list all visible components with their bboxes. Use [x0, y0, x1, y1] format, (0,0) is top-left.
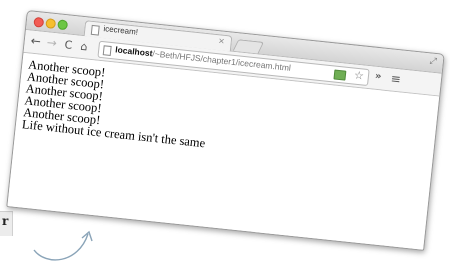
back-arrow-icon[interactable]: ← [30, 34, 41, 49]
page-icon [90, 24, 100, 36]
home-icon[interactable]: ⌂ [80, 40, 88, 54]
tab-title: icecream! [103, 24, 139, 37]
maximize-window-icon[interactable] [57, 19, 69, 31]
corner-decoration: r [0, 211, 13, 236]
fullscreen-icon[interactable]: ⤢ [429, 56, 437, 67]
menu-icon[interactable]: ≡ [390, 71, 401, 86]
close-window-icon[interactable] [33, 16, 45, 28]
bookmark-star-icon[interactable]: ☆ [353, 69, 364, 83]
forward-arrow-icon[interactable]: → [46, 35, 57, 50]
overflow-chevron-icon[interactable]: » [374, 71, 382, 83]
tab-close-icon[interactable]: × [218, 36, 226, 46]
extension-icon[interactable] [333, 69, 347, 81]
curved-arrow-icon [33, 230, 93, 261]
reload-icon[interactable]: C [64, 38, 73, 52]
url-host: localhost [114, 44, 153, 59]
minimize-window-icon[interactable] [45, 18, 57, 30]
page-icon [102, 45, 112, 56]
corner-glyph: r [2, 214, 9, 228]
screenshot-stage: r icecream! × ⤢ ← → C ⌂ localhost/~Beth/… [0, 0, 450, 263]
